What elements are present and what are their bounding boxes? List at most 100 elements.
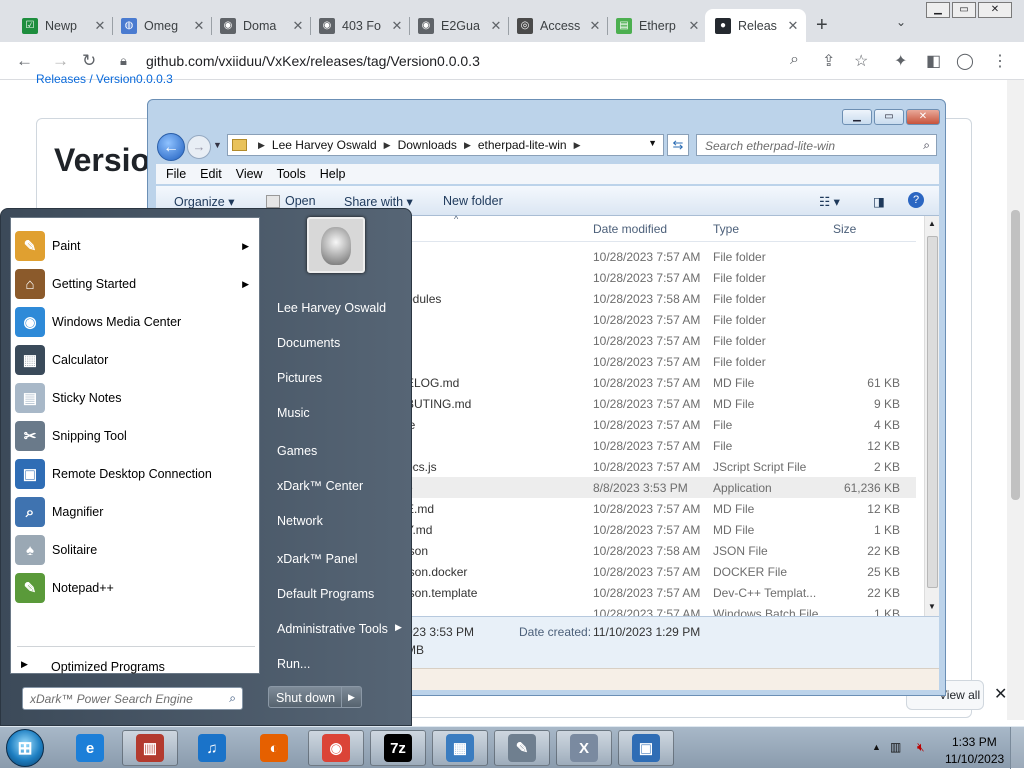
taskbar-chrome-button[interactable]: ◉	[308, 730, 364, 766]
chrome-minimize-button[interactable]: ▁	[926, 2, 950, 18]
program-item[interactable]: ▣ Remote Desktop Connection	[11, 455, 261, 493]
taskbar-control-panel-button[interactable]: ▦	[432, 730, 488, 766]
menu-edit[interactable]: Edit	[200, 167, 222, 181]
page-scrollbar[interactable]	[1007, 80, 1024, 720]
start-place-item[interactable]: Documents	[277, 336, 340, 350]
program-item[interactable]: ✎ Notepad++	[11, 569, 261, 607]
new-folder-button[interactable]: New folder	[443, 194, 503, 208]
chrome-restore-button[interactable]: ▭	[952, 2, 976, 18]
menu-view[interactable]: View	[236, 167, 263, 181]
tab-0[interactable]: ☑ Newp ✕	[12, 9, 113, 42]
explorer-search-input[interactable]: Search etherpad-lite-win ⌕	[696, 134, 937, 156]
reload-button[interactable]: ↻	[82, 51, 96, 71]
program-item[interactable]: ✂ Snipping Tool	[11, 417, 261, 455]
tab-search-button[interactable]: ⌄	[896, 15, 906, 29]
program-item[interactable]: ⌂ Getting Started ▶	[11, 265, 261, 303]
start-place-item[interactable]: Pictures	[277, 371, 322, 385]
explorer-maximize-button[interactable]: ▭	[874, 109, 904, 125]
share-with-button[interactable]: Share with ▾	[344, 194, 413, 209]
column-type[interactable]: Type	[713, 222, 739, 236]
start-button[interactable]: ⊞	[6, 729, 44, 767]
start-search-input[interactable]: xDark™ Power Search Engine ⌕	[22, 687, 243, 710]
column-date-modified[interactable]: Date modified	[593, 222, 667, 236]
tab-2[interactable]: ◉ Doma ✕	[210, 9, 311, 42]
breadcrumb-downloads[interactable]: Downloads	[398, 138, 457, 152]
program-item[interactable]: ▤ Sticky Notes	[11, 379, 261, 417]
start-place-item[interactable]: Administrative Tools ▶	[277, 622, 402, 636]
tab-active[interactable]: ● Releas ✕	[705, 9, 806, 42]
taskbar-internet-explorer-button[interactable]: e	[62, 730, 118, 766]
tab-3[interactable]: ◉ 403 Fo ✕	[309, 9, 410, 42]
profile-avatar[interactable]: ◯	[956, 51, 974, 71]
tab-close-icon[interactable]: ✕	[586, 18, 604, 34]
scroll-down-icon[interactable]: ▼	[928, 602, 936, 611]
forward-button[interactable]: →	[52, 51, 69, 71]
tab-close-icon[interactable]: ✕	[685, 18, 703, 34]
address-dropdown-icon[interactable]: ▼	[648, 138, 657, 148]
start-place-item[interactable]: Run...	[277, 657, 310, 671]
taskbar-remote-button[interactable]: ▣	[618, 730, 674, 766]
taskbar-7zip-button[interactable]: 7z	[370, 730, 426, 766]
extensions-icon[interactable]: ✦	[894, 51, 907, 71]
breadcrumb[interactable]: Releases / Version0.0.0.3	[36, 72, 173, 86]
volume-muted-icon[interactable]: 🔇︎	[917, 740, 931, 754]
scroll-up-icon[interactable]: ▲	[928, 219, 936, 228]
tab-6[interactable]: ▤ Etherp ✕	[606, 9, 707, 42]
start-place-item[interactable]: Music	[277, 406, 310, 420]
breadcrumb-etherpad[interactable]: etherpad-lite-win	[478, 138, 567, 152]
help-icon[interactable]: ?	[908, 192, 924, 208]
side-panel-icon[interactable]: ◧	[926, 51, 941, 71]
program-item[interactable]: ◉ Windows Media Center	[11, 303, 261, 341]
taskbar-tools-button[interactable]: ✎	[494, 730, 550, 766]
program-item[interactable]: ▦ Calculator	[11, 341, 261, 379]
menu-tools[interactable]: Tools	[277, 167, 306, 181]
back-arrow-icon[interactable]: ←	[157, 133, 185, 161]
taskbar-xenon-button[interactable]: X	[556, 730, 612, 766]
menu-file[interactable]: File	[166, 167, 186, 181]
clock-date[interactable]: 11/10/2023	[945, 752, 1004, 766]
explorer-minimize-button[interactable]: ▁	[842, 109, 872, 125]
lock-icon[interactable]: 🔒︎	[120, 53, 127, 69]
taskbar-music-button[interactable]: ♫	[184, 730, 240, 766]
start-place-item[interactable]: xDark™ Panel	[277, 552, 358, 566]
program-item[interactable]: ✎ Paint ▶	[11, 227, 261, 265]
menu-help[interactable]: Help	[320, 167, 346, 181]
back-button[interactable]: ←	[16, 51, 33, 71]
start-place-item[interactable]: Games	[277, 444, 317, 458]
tab-close-icon[interactable]: ✕	[487, 18, 505, 34]
breadcrumb-user[interactable]: Lee Harvey Oswald	[272, 138, 377, 152]
open-button[interactable]: Open	[266, 194, 316, 209]
tab-4[interactable]: ◉ E2Gua ✕	[408, 9, 509, 42]
program-item[interactable]: ⌕ Magnifier	[11, 493, 261, 531]
tab-close-icon[interactable]: ✕	[388, 18, 406, 34]
new-tab-button[interactable]: +	[816, 14, 828, 37]
clock-time[interactable]: 1:33 PM	[952, 735, 997, 749]
shutdown-options-arrow-icon[interactable]: ▶	[341, 687, 361, 707]
organize-button[interactable]: Organize ▾	[174, 194, 234, 209]
start-place-item[interactable]: Default Programs	[277, 587, 374, 601]
chrome-menu-icon[interactable]: ⋮	[992, 51, 1008, 71]
scrollbar-thumb[interactable]	[1011, 210, 1020, 500]
preview-pane-icon[interactable]: ◨	[873, 194, 885, 209]
shut-down-button[interactable]: Shut down ▶	[268, 686, 362, 708]
scrollbar-thumb[interactable]	[927, 236, 938, 588]
explorer-close-button[interactable]: ✕	[906, 109, 940, 125]
zoom-search-icon[interactable]: ⌕	[790, 51, 799, 69]
start-place-item[interactable]: xDark™ Center	[277, 479, 363, 493]
address-bar[interactable]: github.com/vxiiduu/VxKex/releases/tag/Ve…	[146, 53, 480, 69]
tab-1[interactable]: ◍ Omeg ✕	[111, 9, 212, 42]
taskbar-wmp-button[interactable]: ▥	[122, 730, 178, 766]
file-list-scrollbar[interactable]: ▲ ▼	[924, 216, 939, 616]
taskbar-firefox-button[interactable]: ◐	[246, 730, 302, 766]
history-dropdown-icon[interactable]: ▼	[213, 140, 222, 150]
refresh-icon[interactable]: ⇆	[667, 134, 689, 156]
user-avatar[interactable]	[307, 217, 365, 273]
bookmark-star-icon[interactable]: ☆	[854, 51, 868, 71]
optimized-programs-item[interactable]: ▶ Optimized Programs	[11, 656, 261, 678]
show-hidden-icons-icon[interactable]: ▲	[872, 742, 881, 752]
chrome-close-button[interactable]: ✕	[978, 2, 1012, 18]
start-place-item[interactable]: Lee Harvey Oswald	[277, 301, 386, 315]
share-icon[interactable]: ⇪	[822, 51, 835, 71]
explorer-address-bar[interactable]: ▶ Lee Harvey Oswald ▶ Downloads ▶ etherp…	[227, 134, 664, 156]
show-desktop-button[interactable]	[1010, 727, 1024, 769]
